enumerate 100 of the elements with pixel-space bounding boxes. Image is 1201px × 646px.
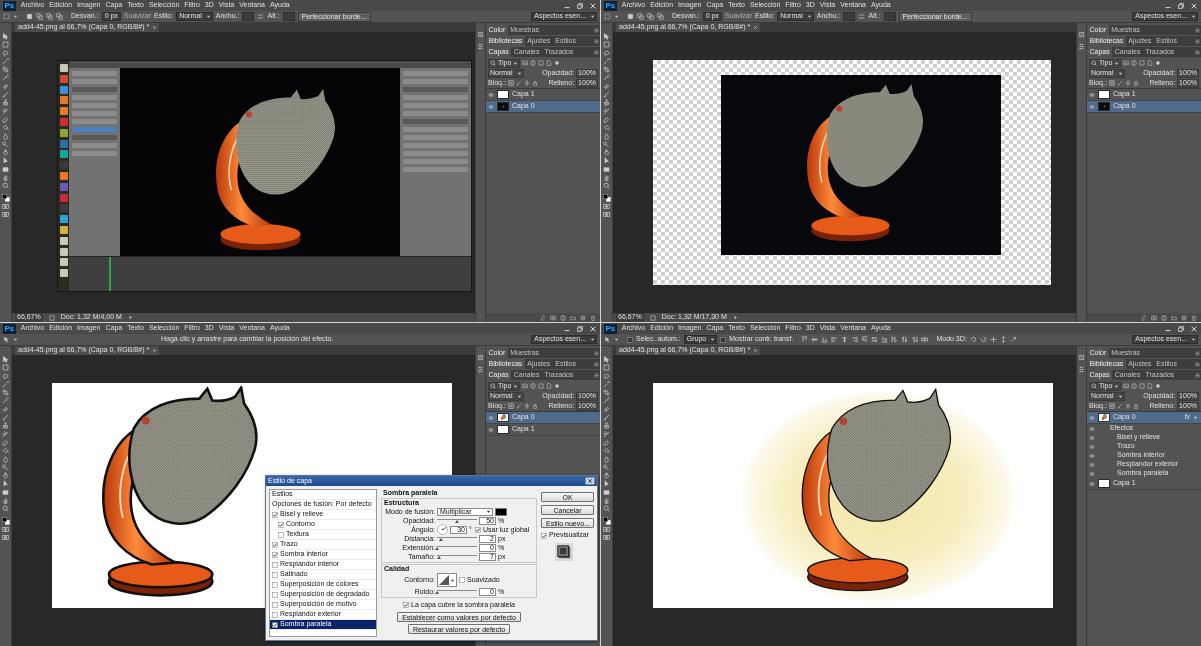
swap-icon[interactable]	[257, 13, 265, 20]
close-icon[interactable]	[585, 477, 595, 485]
align-middle-icon[interactable]	[811, 336, 819, 343]
drop-icon[interactable]	[603, 455, 610, 463]
eye-icon[interactable]	[1089, 103, 1095, 110]
align-bottom-icon[interactable]	[821, 336, 829, 343]
trash-icon[interactable]	[1191, 314, 1197, 321]
crop-icon[interactable]	[2, 389, 9, 397]
magic-wand-icon[interactable]	[2, 57, 9, 65]
marquee-icon[interactable]	[3, 13, 10, 20]
align-center-icon[interactable]	[841, 336, 849, 343]
dodge-icon[interactable]	[2, 140, 9, 148]
checkbox[interactable]	[272, 601, 278, 608]
history-brush-icon[interactable]	[603, 107, 610, 115]
caret-icon[interactable]	[13, 337, 18, 342]
list-icon[interactable]	[477, 354, 484, 361]
drop-icon[interactable]	[603, 132, 610, 140]
menu-icon[interactable]	[1194, 360, 1201, 368]
color-swatches-icon[interactable]	[1, 193, 10, 202]
shape-icon[interactable]	[1139, 383, 1146, 389]
contour-picker[interactable]	[437, 573, 457, 588]
hand-icon[interactable]	[603, 174, 610, 182]
add-selection-icon[interactable]	[637, 13, 644, 20]
auto-align-icon[interactable]	[921, 336, 929, 343]
history-brush-icon[interactable]	[603, 430, 610, 438]
height-field[interactable]	[282, 12, 295, 21]
crop-icon[interactable]	[603, 389, 610, 397]
brush-icon[interactable]	[515, 403, 522, 409]
bandage-icon[interactable]	[603, 405, 610, 413]
quick-mask-icon[interactable]	[2, 202, 9, 210]
menu-icon[interactable]	[593, 349, 600, 357]
grid-icon[interactable]	[507, 403, 514, 409]
shape-icon[interactable]	[538, 383, 545, 389]
page-icon[interactable]	[1147, 60, 1154, 66]
menu-icon[interactable]	[593, 48, 600, 56]
add-selection-icon[interactable]	[36, 13, 43, 20]
caret-icon[interactable]	[614, 14, 619, 19]
eye-icon[interactable]	[1089, 425, 1095, 432]
circle-icon[interactable]	[1155, 383, 1162, 389]
distribute-top-icon[interactable]	[861, 336, 869, 343]
lasso-icon[interactable]	[603, 372, 610, 380]
slider-track[interactable]	[437, 546, 477, 552]
lock-icon[interactable]	[1132, 80, 1139, 86]
path-selection-icon[interactable]	[603, 480, 610, 488]
caret-icon[interactable]	[205, 14, 211, 19]
picture-icon[interactable]	[1123, 383, 1130, 389]
caret-icon[interactable]	[590, 337, 595, 342]
brush-icon[interactable]	[515, 80, 522, 86]
checkbox[interactable]	[272, 541, 278, 548]
caret-icon[interactable]	[1191, 14, 1196, 19]
sliders-icon[interactable]	[477, 43, 484, 50]
screen-mode-icon[interactable]	[2, 534, 9, 542]
menu-icon[interactable]	[593, 26, 600, 34]
zoom-icon[interactable]	[603, 182, 610, 190]
restore-icon[interactable]	[576, 324, 584, 333]
move-arrows-icon[interactable]	[523, 80, 530, 86]
eye-icon[interactable]	[1089, 443, 1095, 450]
mask-icon[interactable]	[550, 314, 556, 321]
eye-icon[interactable]	[1089, 91, 1095, 98]
menu-icon[interactable]	[1194, 26, 1201, 34]
eraser-icon[interactable]	[2, 115, 9, 123]
roll-icon[interactable]	[979, 336, 987, 343]
distribute-left-icon[interactable]	[891, 336, 899, 343]
checkbox[interactable]	[272, 511, 278, 518]
list-icon[interactable]	[477, 31, 484, 38]
swap-icon[interactable]	[858, 13, 866, 20]
width-field[interactable]	[843, 12, 856, 21]
slider-track[interactable]	[437, 555, 477, 561]
brush-icon[interactable]	[1116, 80, 1123, 86]
slider-track[interactable]	[437, 537, 477, 543]
subtract-selection-icon[interactable]	[46, 13, 53, 20]
eraser-icon[interactable]	[2, 438, 9, 446]
align-right-icon[interactable]	[851, 336, 859, 343]
slide-icon[interactable]	[999, 336, 1007, 343]
pen-icon[interactable]	[603, 472, 610, 480]
subtract-selection-icon[interactable]	[647, 13, 654, 20]
marquee-icon[interactable]	[2, 41, 9, 49]
new-layer-icon[interactable]	[1181, 314, 1187, 321]
checkbox[interactable]	[272, 561, 278, 568]
eye-icon[interactable]	[1089, 452, 1095, 459]
brush-icon[interactable]	[603, 91, 610, 99]
marquee-icon[interactable]	[603, 364, 610, 372]
stamp-icon[interactable]	[603, 422, 610, 430]
eye-icon[interactable]	[1089, 414, 1095, 421]
link-icon[interactable]	[540, 314, 546, 321]
move-tool-icon[interactable]	[2, 356, 9, 363]
stamp-icon[interactable]	[603, 99, 610, 107]
page-icon[interactable]	[1147, 383, 1154, 389]
caret-icon[interactable]	[806, 14, 812, 19]
distribute-middle-icon[interactable]	[871, 336, 879, 343]
eye-icon[interactable]	[488, 426, 494, 433]
intersect-selection-icon[interactable]	[657, 13, 664, 20]
eye-icon[interactable]	[1089, 480, 1095, 487]
restore-icon[interactable]	[576, 1, 584, 10]
distribute-right-icon[interactable]	[911, 336, 919, 343]
list-icon[interactable]	[1078, 31, 1085, 38]
page-icon[interactable]	[546, 60, 553, 66]
intersect-selection-icon[interactable]	[56, 13, 63, 20]
restore-icon[interactable]	[1177, 1, 1185, 10]
picture-icon[interactable]	[522, 60, 529, 66]
